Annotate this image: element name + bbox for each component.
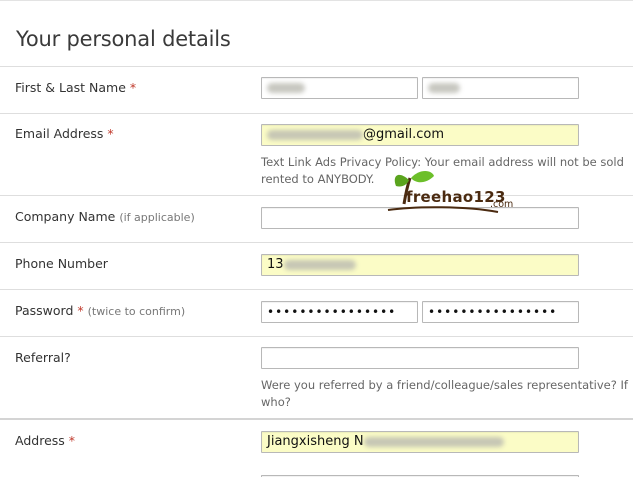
redacted-text xyxy=(363,436,504,447)
top-divider xyxy=(0,0,633,1)
referral-input[interactable] xyxy=(261,347,579,369)
password-row: Password * (twice to confirm) ••••••••••… xyxy=(0,289,633,336)
first-name-input[interactable] xyxy=(261,77,418,99)
company-hint: (if applicable) xyxy=(119,211,195,224)
email-input[interactable]: @gmail.com xyxy=(261,124,579,146)
password-label: Password * (twice to confirm) xyxy=(15,303,185,318)
company-label-text: Company Name xyxy=(15,209,116,224)
last-name-input[interactable] xyxy=(422,77,579,99)
address-label-text: Address xyxy=(15,433,65,448)
required-mark: * xyxy=(129,80,137,95)
address-prefix-text: Jiangxisheng N xyxy=(267,434,364,449)
email-label: Email Address * xyxy=(15,126,114,141)
address-label: Address * xyxy=(15,433,75,448)
phone-label: Phone Number xyxy=(15,256,108,271)
company-label: Company Name (if applicable) xyxy=(15,209,195,224)
email-row: Email Address * @gmail.com Text Link Ads… xyxy=(0,113,633,195)
name-label-text: First & Last Name xyxy=(15,80,126,95)
email-label-text: Email Address xyxy=(15,126,104,141)
password-mask: •••••••••••••••• xyxy=(267,305,397,319)
email-domain-text: @gmail.com xyxy=(363,127,445,142)
phone-input[interactable]: 13 xyxy=(261,254,579,276)
freehao123-watermark-logo: freehao123 .com xyxy=(386,166,516,218)
logo-domain: .com xyxy=(490,199,514,210)
referral-row: Referral? Were you referred by a friend/… xyxy=(0,336,633,419)
password-label-text: Password xyxy=(15,303,74,318)
redacted-text xyxy=(267,129,363,140)
redacted-text xyxy=(267,82,305,93)
address-input[interactable]: Jiangxisheng N xyxy=(261,431,579,453)
redacted-text xyxy=(283,259,356,270)
password-input[interactable]: •••••••••••••••• xyxy=(261,301,418,323)
required-mark: * xyxy=(68,433,76,448)
password-hint: (twice to confirm) xyxy=(87,305,186,318)
phone-row: Phone Number 13 xyxy=(0,242,633,289)
referral-label: Referral? xyxy=(15,350,71,365)
password-confirm-input[interactable]: •••••••••••••••• xyxy=(422,301,579,323)
phone-prefix-text: 13 xyxy=(267,257,284,272)
company-row: Company Name (if applicable) xyxy=(0,195,633,242)
name-row: First & Last Name * xyxy=(0,66,633,113)
required-mark: * xyxy=(107,126,114,141)
password-confirm-mask: •••••••••••••••• xyxy=(428,305,558,319)
name-label: First & Last Name * xyxy=(15,80,136,95)
referral-help-line1: Were you referred by a friend/colleague/… xyxy=(261,378,628,392)
required-mark: * xyxy=(77,303,84,318)
redacted-text xyxy=(428,82,460,93)
referral-label-text: Referral? xyxy=(15,350,71,365)
page-title: Your personal details xyxy=(16,27,231,51)
phone-label-text: Phone Number xyxy=(15,256,108,271)
referral-help-line2: who? xyxy=(261,395,291,409)
personal-details-form: Your personal details First & Last Name … xyxy=(0,0,633,477)
address-row: Address * Jiangxisheng N xyxy=(0,418,633,477)
referral-help: Were you referred by a friend/colleague/… xyxy=(261,377,628,411)
